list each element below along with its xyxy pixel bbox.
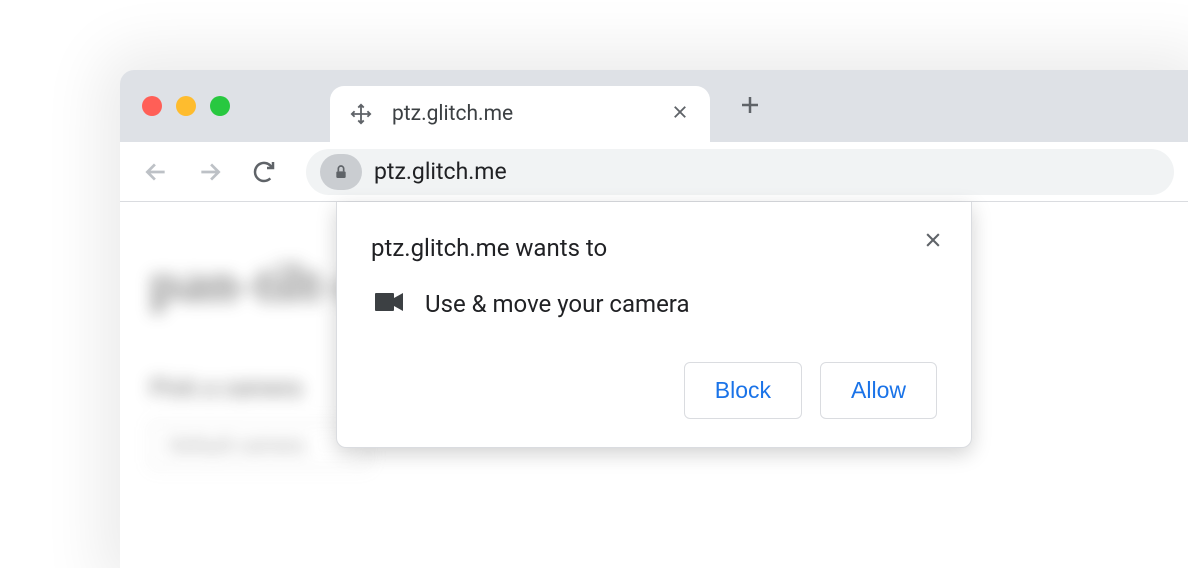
address-bar[interactable]: ptz.glitch.me xyxy=(306,149,1174,195)
allow-button[interactable]: Allow xyxy=(820,362,937,419)
lock-icon xyxy=(333,164,349,180)
dialog-title: ptz.glitch.me wants to xyxy=(371,234,937,262)
tab-strip: ptz.glitch.me xyxy=(120,70,1188,142)
window-close-button[interactable] xyxy=(142,96,162,116)
close-icon xyxy=(923,230,943,250)
dialog-button-row: Block Allow xyxy=(371,362,937,419)
forward-button[interactable] xyxy=(188,150,232,194)
block-button[interactable]: Block xyxy=(684,362,802,419)
new-tab-button[interactable] xyxy=(738,87,762,125)
window-maximize-button[interactable] xyxy=(210,96,230,116)
permission-row: Use & move your camera xyxy=(371,290,937,318)
toolbar: ptz.glitch.me xyxy=(120,142,1188,202)
tab-title: ptz.glitch.me xyxy=(392,102,650,126)
browser-window: ptz.glitch.me xyxy=(120,70,1188,568)
permission-text: Use & move your camera xyxy=(425,290,690,318)
url-text: ptz.glitch.me xyxy=(374,158,507,185)
window-minimize-button[interactable] xyxy=(176,96,196,116)
browser-tab[interactable]: ptz.glitch.me xyxy=(330,86,710,142)
close-tab-button[interactable] xyxy=(668,102,692,127)
move-icon xyxy=(348,101,374,127)
window-controls xyxy=(142,96,230,116)
page-content: pan-tilt-zoom Pick a camera Default came… xyxy=(120,202,1188,568)
reload-button[interactable] xyxy=(242,150,286,194)
permission-prompt: ptz.glitch.me wants to Use & move your c… xyxy=(336,202,972,448)
site-info-button[interactable] xyxy=(320,154,362,190)
dialog-close-button[interactable] xyxy=(919,226,947,254)
back-button[interactable] xyxy=(134,150,178,194)
camera-icon xyxy=(375,290,403,318)
